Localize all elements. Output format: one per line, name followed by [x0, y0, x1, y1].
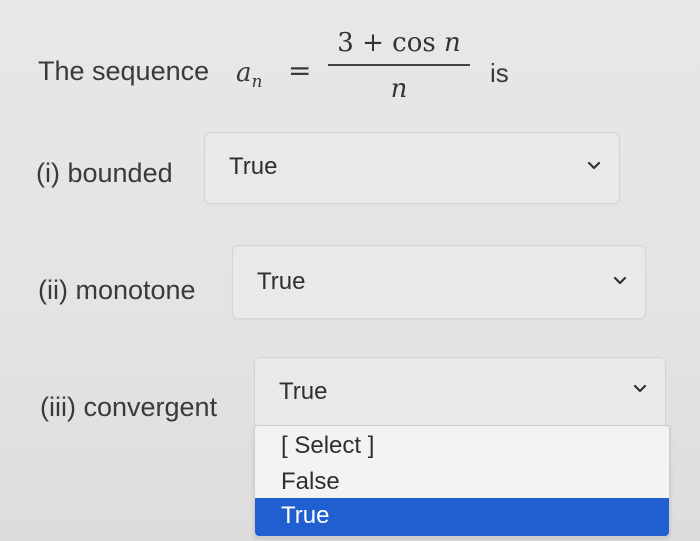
dropdown-list-convergent: [ Select ] False True [254, 425, 670, 537]
question-suffix: is [490, 58, 509, 88]
fraction-numerator: 3 + cos n [337, 28, 461, 58]
dropdown-option-false[interactable]: False [255, 464, 669, 500]
label-convergent: (iii) convergent [40, 392, 218, 422]
chevron-down-icon [613, 276, 627, 285]
fraction: 3 + cos n n [328, 28, 470, 104]
label-bounded: (i) bounded [36, 158, 173, 188]
chevron-down-icon [633, 384, 647, 393]
chevron-down-icon [587, 161, 601, 170]
equals-sign: = [288, 54, 312, 87]
select-convergent-value: True [279, 378, 328, 405]
dropdown-option-true[interactable]: True [255, 498, 669, 536]
select-bounded[interactable]: True [204, 132, 620, 204]
dropdown-option-select[interactable]: [ Select ] [255, 428, 669, 464]
select-bounded-value: True [229, 153, 278, 180]
select-monotone[interactable]: True [232, 245, 646, 319]
label-monotone: (ii) monotone [38, 275, 196, 305]
fraction-bar [328, 64, 470, 66]
question: The sequence an = 3 + cos n n is [38, 28, 598, 118]
select-convergent[interactable]: True [254, 357, 666, 429]
fraction-denominator: n [390, 74, 408, 104]
sequence-variable: an [236, 58, 263, 92]
select-monotone-value: True [257, 268, 306, 295]
question-prefix: The sequence [38, 56, 210, 86]
